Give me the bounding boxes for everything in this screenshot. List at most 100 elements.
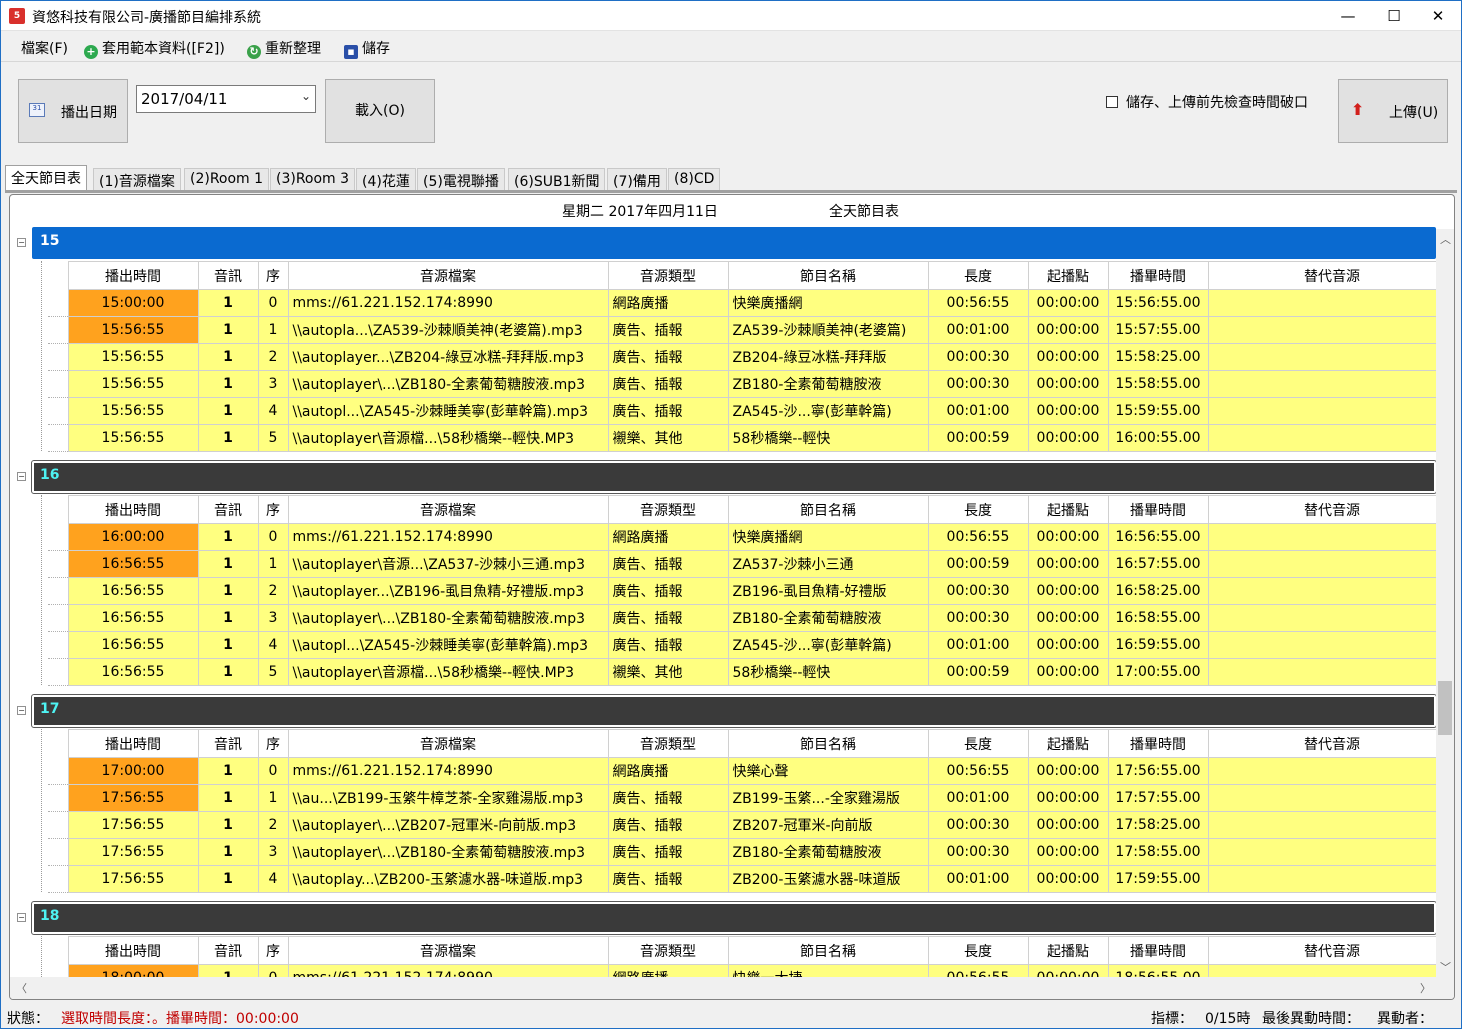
table-cell[interactable]: 2 bbox=[257, 811, 289, 839]
table-row[interactable]: 16:00:00 1 0 mms://61.221.152.174:8990 網路廣播快… bbox=[48, 523, 1454, 551]
column-header[interactable]: 序 bbox=[257, 936, 289, 965]
table-row[interactable]: 15:56:55 1 4 \\autopl...\ZA545-沙棘睡美寧(彭華幹篇).… bbox=[48, 397, 1454, 425]
column-header[interactable]: 序 bbox=[257, 261, 289, 290]
table-cell[interactable]: 1 bbox=[197, 397, 259, 425]
table-cell[interactable]: 16:00:00 bbox=[67, 523, 199, 551]
table-cell[interactable]: ZA539-沙棘順美神(老婆篇) bbox=[727, 316, 929, 344]
table-cell[interactable]: 15:56:55 bbox=[67, 316, 199, 344]
table-cell[interactable]: 00:00:00 bbox=[1027, 631, 1109, 659]
column-header[interactable]: 序 bbox=[257, 729, 289, 758]
table-cell[interactable]: mms://61.221.152.174:8990 bbox=[287, 757, 609, 785]
check-gap-option[interactable]: 儲存、上傳前先檢查時間破口 bbox=[1106, 92, 1308, 112]
table-cell[interactable]: 00:00:00 bbox=[1027, 784, 1109, 812]
column-header[interactable]: 音源檔案 bbox=[287, 729, 609, 758]
table-cell[interactable]: 5 bbox=[257, 424, 289, 452]
table-cell[interactable] bbox=[1207, 343, 1454, 371]
table-cell[interactable] bbox=[1207, 316, 1454, 344]
table-cell[interactable]: ZB180-全素葡萄糖胺液 bbox=[727, 604, 929, 632]
column-header[interactable]: 音源類型 bbox=[607, 495, 729, 524]
table-cell[interactable] bbox=[1207, 604, 1454, 632]
table-cell[interactable]: 1 bbox=[197, 838, 259, 866]
column-header[interactable]: 播出時間 bbox=[67, 936, 199, 965]
table-cell[interactable]: 00:00:00 bbox=[1027, 550, 1109, 578]
column-header[interactable]: 音源類型 bbox=[607, 729, 729, 758]
table-cell[interactable]: 襯樂、其他 bbox=[607, 424, 729, 452]
table-cell[interactable]: 1 bbox=[257, 784, 289, 812]
table-cell[interactable] bbox=[1207, 289, 1454, 317]
table-cell[interactable]: 00:00:00 bbox=[1027, 397, 1109, 425]
table-cell[interactable]: \\autoplayer\音源...\ZA537-沙棘小三通.mp3 bbox=[287, 550, 609, 578]
table-cell[interactable]: 00:00:30 bbox=[927, 811, 1029, 839]
table-cell[interactable]: 00:56:55 bbox=[927, 757, 1029, 785]
table-cell[interactable]: 17:00:55.00 bbox=[1107, 658, 1209, 686]
table-row[interactable]: 16:56:55 1 3 \\autoplayer\...\ZB180-全素葡萄糖胺液… bbox=[48, 604, 1454, 632]
table-cell[interactable]: 00:00:00 bbox=[1027, 316, 1109, 344]
column-header[interactable]: 播出時間 bbox=[67, 729, 199, 758]
table-cell[interactable] bbox=[1207, 838, 1454, 866]
table-cell[interactable]: \\autoplayer\...\ZB180-全素葡萄糖胺液.mp3 bbox=[287, 838, 609, 866]
table-cell[interactable]: 00:00:30 bbox=[927, 370, 1029, 398]
table-cell[interactable]: 00:56:55 bbox=[927, 523, 1029, 551]
column-header[interactable]: 起播點 bbox=[1027, 936, 1109, 965]
table-cell[interactable]: 00:00:30 bbox=[927, 604, 1029, 632]
table-cell[interactable]: 1 bbox=[257, 316, 289, 344]
table-cell[interactable]: ZA545-沙...寧(彭華幹篇) bbox=[727, 397, 929, 425]
table-cell[interactable]: ZB180-全素葡萄糖胺液 bbox=[727, 370, 929, 398]
check-gap-checkbox[interactable] bbox=[1106, 96, 1118, 108]
table-cell[interactable]: 3 bbox=[257, 604, 289, 632]
table-cell[interactable]: 00:00:00 bbox=[1027, 523, 1109, 551]
tab-all-day[interactable]: 全天節目表 bbox=[5, 165, 87, 191]
column-header[interactable]: 起播點 bbox=[1027, 495, 1109, 524]
column-header[interactable]: 播出時間 bbox=[67, 261, 199, 290]
hour-group-header[interactable]: 18 bbox=[31, 901, 1437, 935]
load-button[interactable]: 載入(O) bbox=[325, 79, 435, 143]
table-cell[interactable]: 1 bbox=[257, 550, 289, 578]
tab-room-1[interactable]: (2)Room 1 bbox=[184, 168, 270, 191]
column-header[interactable]: 播畢時間 bbox=[1107, 261, 1209, 290]
table-cell[interactable]: 17:56:55 bbox=[67, 838, 199, 866]
table-cell[interactable]: 16:56:55 bbox=[67, 658, 199, 686]
table-cell[interactable]: 4 bbox=[257, 865, 289, 893]
table-cell[interactable]: 15:00:00 bbox=[67, 289, 199, 317]
table-cell[interactable]: 00:00:00 bbox=[1027, 865, 1109, 893]
table-cell[interactable]: 16:57:55.00 bbox=[1107, 550, 1209, 578]
table-cell[interactable]: 廣告、插報 bbox=[607, 838, 729, 866]
table-cell[interactable]: 17:58:55.00 bbox=[1107, 838, 1209, 866]
table-cell[interactable]: \\autopl...\ZA545-沙棘睡美寧(彭華幹篇).mp3 bbox=[287, 397, 609, 425]
table-cell[interactable]: 58秒橋樂--輕快 bbox=[727, 424, 929, 452]
column-header[interactable]: 播出時間 bbox=[67, 495, 199, 524]
table-cell[interactable] bbox=[1207, 757, 1454, 785]
collapse-toggle-icon[interactable]: − bbox=[17, 706, 26, 715]
table-cell[interactable] bbox=[1207, 424, 1454, 452]
table-cell[interactable] bbox=[1207, 523, 1454, 551]
table-cell[interactable]: \\autoplayer\音源檔...\58秒橋樂--輕快.MP3 bbox=[287, 658, 609, 686]
table-cell[interactable]: 廣告、插報 bbox=[607, 397, 729, 425]
table-cell[interactable]: 00:00:00 bbox=[1027, 604, 1109, 632]
table-cell[interactable]: 1 bbox=[197, 784, 259, 812]
table-cell[interactable]: 15:56:55.00 bbox=[1107, 289, 1209, 317]
vertical-scrollbar[interactable]: ︿ ﹀ bbox=[1436, 229, 1454, 981]
table-cell[interactable]: \\autoplayer...\ZB204-綠豆冰糕-拜拜版.mp3 bbox=[287, 343, 609, 371]
table-cell[interactable]: 0 bbox=[257, 289, 289, 317]
table-cell[interactable]: \\autopla...\ZA539-沙棘順美神(老婆篇).mp3 bbox=[287, 316, 609, 344]
table-row[interactable]: 17:00:00 1 0 mms://61.221.152.174:8990 網路廣播快… bbox=[48, 757, 1454, 785]
column-header[interactable]: 長度 bbox=[927, 261, 1029, 290]
table-cell[interactable] bbox=[1207, 370, 1454, 398]
table-cell[interactable] bbox=[1207, 577, 1454, 605]
horizontal-scrollbar[interactable]: 〈 〉 bbox=[10, 977, 1454, 999]
vertical-scroll-thumb[interactable] bbox=[1438, 681, 1452, 735]
table-cell[interactable]: 網路廣播 bbox=[607, 523, 729, 551]
table-cell[interactable]: 16:56:55 bbox=[67, 550, 199, 578]
column-header[interactable]: 音訊 bbox=[197, 495, 259, 524]
table-cell[interactable]: 廣告、插報 bbox=[607, 631, 729, 659]
table-row[interactable]: 17:56:55 1 4 \\autoplay...\ZB200-玉綮濾水器-味道版.… bbox=[48, 865, 1454, 893]
table-cell[interactable]: 廣告、插報 bbox=[607, 865, 729, 893]
table-cell[interactable]: 00:01:00 bbox=[927, 784, 1029, 812]
table-cell[interactable]: 快樂心聲 bbox=[727, 757, 929, 785]
table-cell[interactable]: 廣告、插報 bbox=[607, 577, 729, 605]
table-cell[interactable]: ZA545-沙...寧(彭華幹篇) bbox=[727, 631, 929, 659]
table-cell[interactable]: 0 bbox=[257, 757, 289, 785]
column-header[interactable]: 音訊 bbox=[197, 261, 259, 290]
table-cell[interactable]: 00:00:30 bbox=[927, 838, 1029, 866]
table-cell[interactable]: 廣告、插報 bbox=[607, 550, 729, 578]
